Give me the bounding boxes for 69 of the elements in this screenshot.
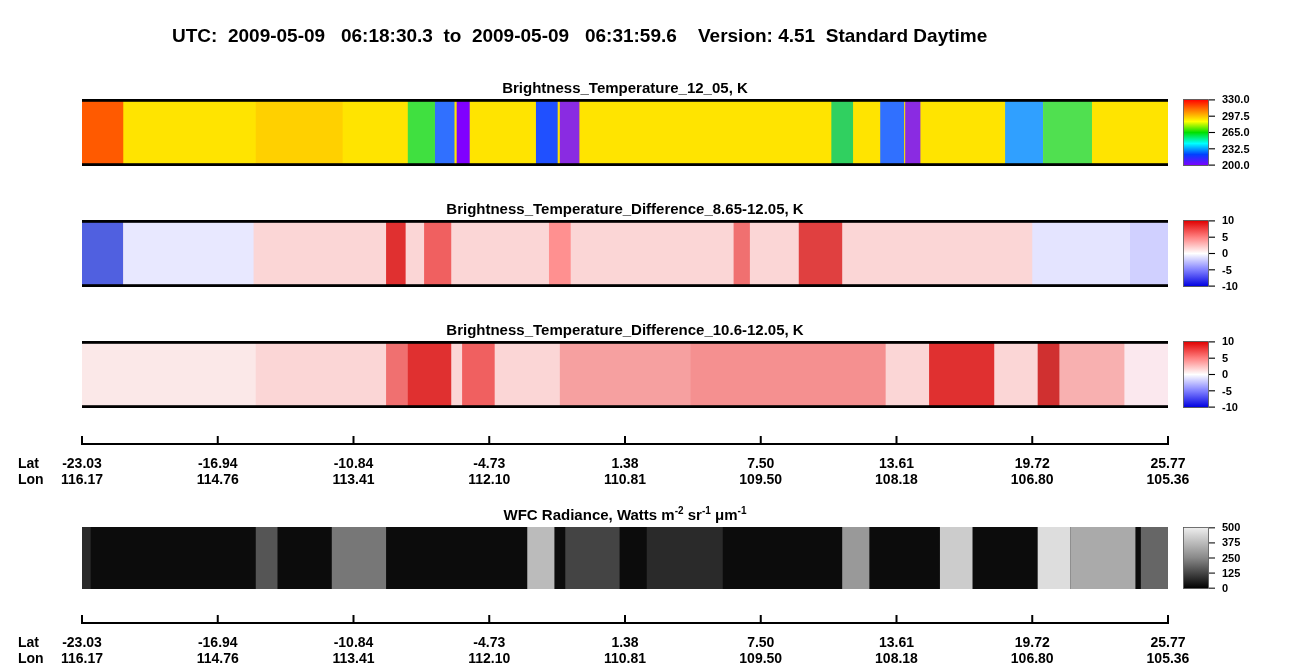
tick-label: -4.73 <box>473 634 506 650</box>
tick-label: -10 <box>1222 401 1238 414</box>
tick-label: 5 <box>1222 230 1230 244</box>
tick-label: -16.94 <box>197 634 238 650</box>
panel-title: Brightness_Temperature_Difference_10.6-12.05, K <box>445 320 805 340</box>
tick-label: 25.77 <box>1150 455 1186 471</box>
tick-label: 108.18 <box>875 650 918 666</box>
tick-label: 113.41 <box>332 650 375 666</box>
panel-title: WFC Radiance, Watts m$^{-2}$ sr$^{-1}$ μm$^{-1}$ <box>502 505 748 525</box>
tick-label: 5 <box>1222 351 1230 365</box>
tick-label: 7.50 <box>747 634 775 650</box>
tick-label: 250 <box>1222 551 1241 565</box>
tick-label: 109.50 <box>739 650 783 666</box>
axis-row-label: Lon <box>18 471 44 487</box>
tick-label: -10.84 <box>333 634 374 650</box>
color-scale-drawing <box>1183 220 1216 287</box>
tick-label: 116.17 <box>60 650 104 666</box>
tick-label: 25.77 <box>1150 634 1186 650</box>
tick-label: -16.94 <box>197 455 238 471</box>
tick-label: 7.50 <box>747 455 775 471</box>
tick-label: -23.03 <box>62 634 102 650</box>
tick-label: 10 <box>1222 335 1236 348</box>
tick-label: 112.10 <box>468 650 511 666</box>
tick-label: 330.0 <box>1222 93 1250 106</box>
axis-row-label: Lon <box>18 650 44 666</box>
tick-label: 106.80 <box>1010 650 1054 666</box>
tick-label: 108.18 <box>875 471 918 487</box>
tick-label: 0 <box>1222 368 1230 381</box>
tick-label: 10 <box>1222 214 1236 227</box>
figure-title: UTC: 2009-05-09 06:18:30.3 to 2009-05-09 06:31:59.6 Version: 4.51 Standard Daytime <box>172 25 988 47</box>
tick-label: -10 <box>1222 280 1238 293</box>
tick-label: 113.41 <box>332 471 375 487</box>
tick-label: 105.36 <box>1146 471 1190 487</box>
tick-label: 1.38 <box>611 634 639 650</box>
tick-label: 232.5 <box>1222 142 1250 156</box>
tick-label: 13.61 <box>879 455 914 471</box>
tick-label: 375 <box>1222 536 1241 550</box>
tick-label: 1.38 <box>611 455 639 471</box>
axis-row-label: Lat <box>18 455 39 471</box>
tick-label: 0 <box>1222 247 1230 260</box>
tick-label: 19.72 <box>1014 634 1050 650</box>
tick-label: 297.5 <box>1222 109 1250 123</box>
tick-label: 110.81 <box>603 650 647 666</box>
tick-label: 105.36 <box>1146 650 1190 666</box>
tick-label: -10.84 <box>333 455 374 471</box>
tick-label: 13.61 <box>879 634 914 650</box>
tick-label: -5 <box>1222 263 1233 277</box>
tick-label: 265.0 <box>1222 126 1250 139</box>
tick-label: 500 <box>1222 521 1241 534</box>
tick-label: -4.73 <box>473 455 506 471</box>
color-scale-drawing <box>1183 99 1216 166</box>
tick-label: 110.81 <box>603 471 647 487</box>
color-scale-drawing <box>1183 341 1216 408</box>
tick-label: 114.76 <box>196 471 239 487</box>
panel-title: Brightness_Temperature_12_05, K <box>501 78 749 98</box>
color-scale-drawing <box>1183 527 1216 589</box>
tick-label: 125 <box>1222 566 1241 580</box>
axis-row-label: Lat <box>18 634 39 650</box>
tick-label: 116.17 <box>60 471 104 487</box>
tick-label: -23.03 <box>62 455 102 471</box>
tick-label: 200.0 <box>1222 159 1250 172</box>
tick-label: 106.80 <box>1010 471 1054 487</box>
tick-label: 0 <box>1222 582 1230 595</box>
tick-label: 109.50 <box>739 471 783 487</box>
tick-label: 112.10 <box>468 471 511 487</box>
tick-label: 114.76 <box>196 650 239 666</box>
tick-label: -5 <box>1222 384 1233 398</box>
panel-title: Brightness_Temperature_Difference_8.65-12.05, K <box>445 199 805 219</box>
tick-label: 19.72 <box>1014 455 1050 471</box>
